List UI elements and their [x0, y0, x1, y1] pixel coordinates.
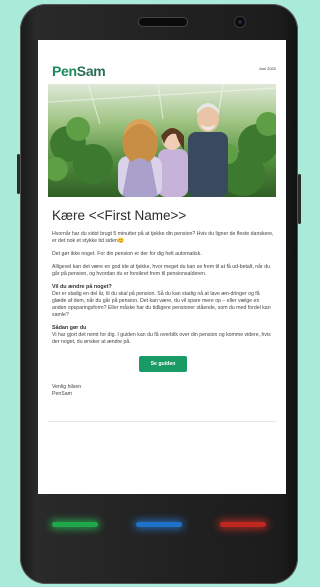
speaker-grille-icon	[139, 18, 187, 26]
phone-frame: PenSam Juni 2020 Kære <<First Name>> Hvo…	[17, 4, 301, 584]
hero-image	[48, 84, 276, 197]
pensam-logo[interactable]: PenSam	[52, 63, 106, 79]
smiley-emoji-icon: 😊	[117, 238, 125, 244]
paragraph-3: Alligevel kan det være en god ide at tje…	[52, 264, 270, 277]
section-heading-change: Vil du ændre på noget?	[52, 284, 112, 290]
cta-wrapper: Se guiden	[52, 352, 274, 372]
section-body-howto: Vi har gjort det nemt for dig. I guiden …	[52, 332, 271, 345]
intro-paragraph: Hvornår har du sidst brugt 5 minutter på…	[52, 231, 274, 244]
green-indicator-light	[52, 522, 98, 527]
section-body-change: Der er stadig en del år, til du skal på …	[52, 291, 271, 318]
signoff-sender: PenSam	[52, 391, 72, 397]
signoff: Venlig hilsen PenSam	[52, 384, 274, 398]
email-header: PenSam Juni 2020	[38, 40, 286, 84]
blue-indicator-light	[136, 522, 182, 527]
see-guide-button[interactable]: Se guiden	[138, 356, 188, 372]
phone-screen: PenSam Juni 2020 Kære <<First Name>> Hvo…	[38, 40, 286, 494]
red-indicator-light	[220, 522, 266, 527]
volume-button	[17, 154, 20, 194]
section-heading-howto: Sådan gør du	[52, 325, 87, 331]
footer-divider	[48, 421, 276, 422]
email-date: Juni 2020	[258, 66, 276, 71]
power-button	[298, 174, 301, 224]
front-camera-icon	[235, 17, 245, 27]
phone-bottom-bar	[20, 512, 298, 552]
paragraph-2: Det gør ikke noget. For din pension er d…	[52, 251, 202, 257]
greeting-heading: Kære <<First Name>>	[52, 208, 187, 223]
email-body: Kære <<First Name>> Hvornår har du sidst…	[52, 208, 274, 398]
signoff-greeting: Venlig hilsen	[52, 384, 82, 390]
family-photo-illustration	[48, 84, 276, 197]
